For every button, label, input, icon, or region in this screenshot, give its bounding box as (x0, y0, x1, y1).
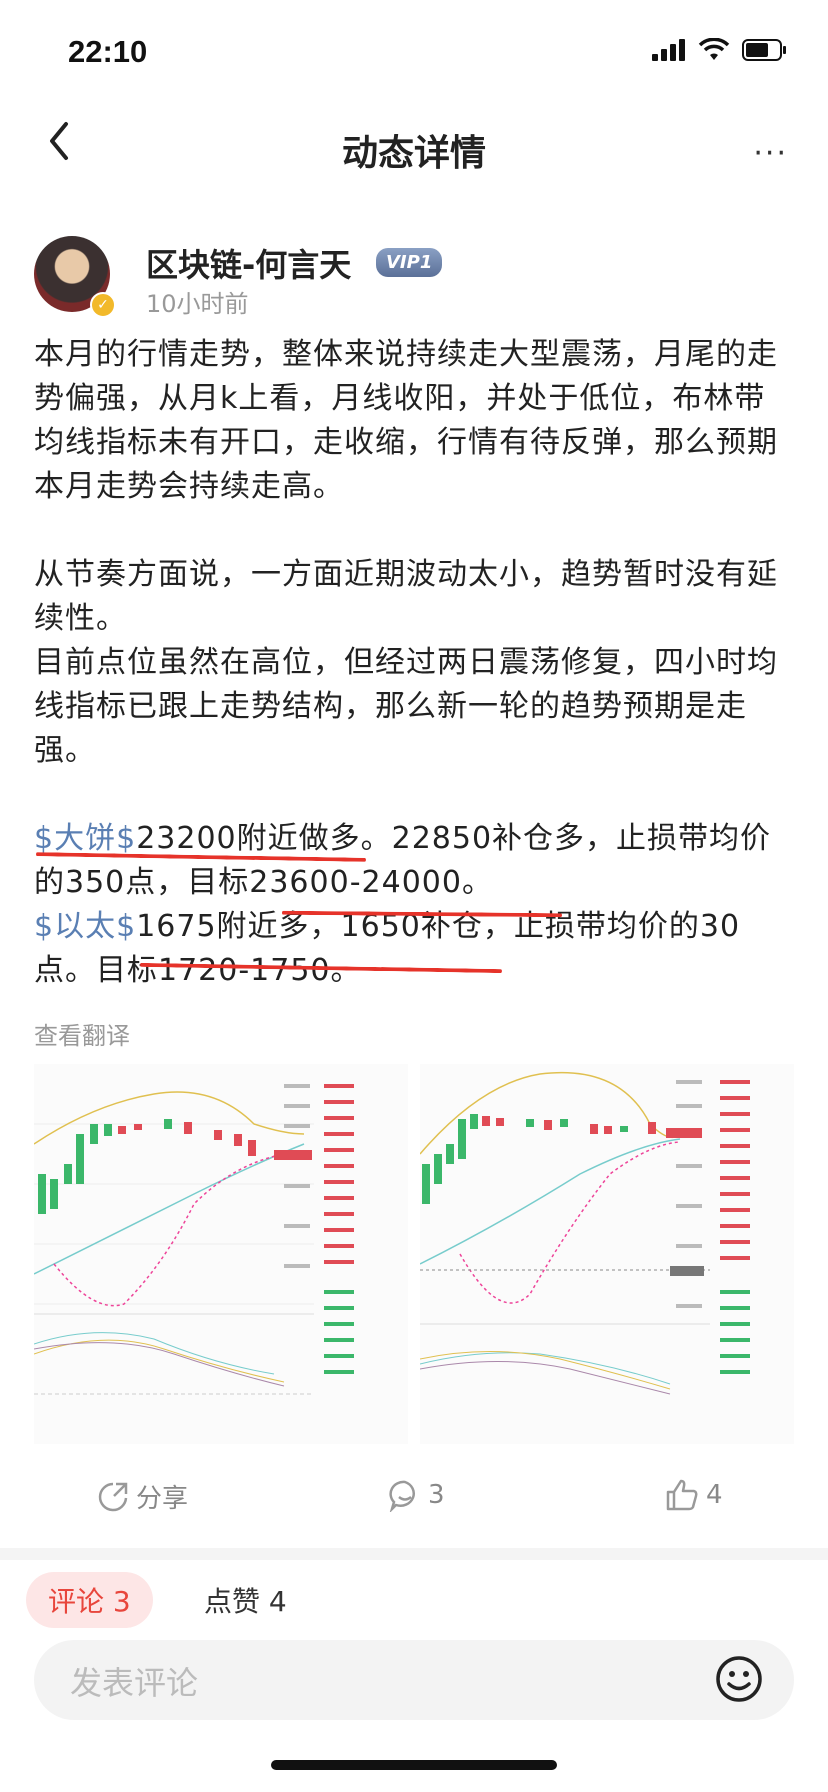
battery-icon (742, 39, 786, 61)
status-time: 22:10 (68, 34, 148, 69)
post-images (34, 1064, 794, 1444)
comment-tabs: 评论 3 点赞 4 (0, 1562, 828, 1628)
like-count: 4 (706, 1480, 723, 1510)
wifi-icon (698, 38, 730, 60)
status-bar: 22:10 (0, 0, 828, 100)
post-actions: 分享 3 4 (0, 1466, 828, 1536)
paragraph-3: 目前点位虽然在高位，但经过两日震荡修复，四小时均线指标已跟上走势结构，那么新一轮… (34, 645, 778, 768)
share-button[interactable]: 分享 (96, 1478, 188, 1515)
post-author: ✓ 区块链-何言天 VIP1 10小时前 (34, 236, 794, 318)
share-icon (98, 1482, 128, 1511)
divider (0, 1548, 828, 1560)
status-icons (652, 38, 788, 62)
author-name[interactable]: 区块链-何言天 (146, 240, 351, 286)
paragraph-btc: $大饼$23200附近做多。22850补仓多，止损带均价的350点，目标2360… (34, 817, 794, 905)
candlestick-chart-2 (420, 1064, 794, 1444)
translate-link[interactable]: 查看翻译 (34, 1016, 130, 1051)
navigation-bar: 动态详情 ··· (0, 100, 828, 190)
like-button[interactable]: 4 (664, 1478, 723, 1512)
tag-eth[interactable]: $以太$ (34, 909, 136, 944)
chart-image-1[interactable] (34, 1064, 408, 1444)
tag-btc[interactable]: $大饼$ (34, 821, 136, 856)
comment-input-placeholder: 发表评论 (70, 1664, 199, 1702)
comment-input[interactable]: 发表评论 (34, 1640, 794, 1720)
thumb-up-icon (666, 1479, 698, 1511)
eth-text: 1675附近多，1650补仓，止损带均价的30点。目标1720-1750。 (34, 909, 741, 988)
paragraph-1: 本月的行情走势，整体来说持续走大型震荡，月尾的走势偏强，从月k上看，月线收阳，并… (34, 337, 778, 504)
tab-comments[interactable]: 评论 3 (26, 1572, 153, 1628)
more-options-button[interactable]: ··· (753, 136, 788, 171)
post-content: 本月的行情走势，整体来说持续走大型震荡，月尾的走势偏强，从月k上看，月线收阳，并… (34, 333, 794, 993)
chart-image-2[interactable] (420, 1064, 794, 1444)
paragraph-2: 从节奏方面说，一方面近期波动太小，趋势暂时没有延续性。 (34, 557, 778, 636)
btc-text: 23200附近做多。22850补仓多，止损带均价的350点，目标23600-24… (34, 821, 772, 900)
page-title: 动态详情 (341, 133, 486, 174)
candlestick-chart-1 (34, 1064, 408, 1444)
verified-badge-icon: ✓ (90, 292, 116, 318)
emoji-icon[interactable] (714, 1654, 764, 1704)
vip-badge: VIP1 (376, 248, 443, 277)
comment-icon (389, 1480, 415, 1512)
paragraph-eth: $以太$1675附近多，1650补仓，止损带均价的30点。目标1720-1750… (34, 905, 794, 993)
post-time: 10小时前 (146, 290, 249, 318)
comment-button[interactable]: 3 (388, 1478, 445, 1512)
tab-likes[interactable]: 点赞 4 (204, 1580, 287, 1620)
home-indicator (271, 1760, 557, 1770)
signal-icon (652, 39, 685, 61)
share-label: 分享 (136, 1484, 189, 1514)
comment-count: 3 (428, 1480, 445, 1510)
